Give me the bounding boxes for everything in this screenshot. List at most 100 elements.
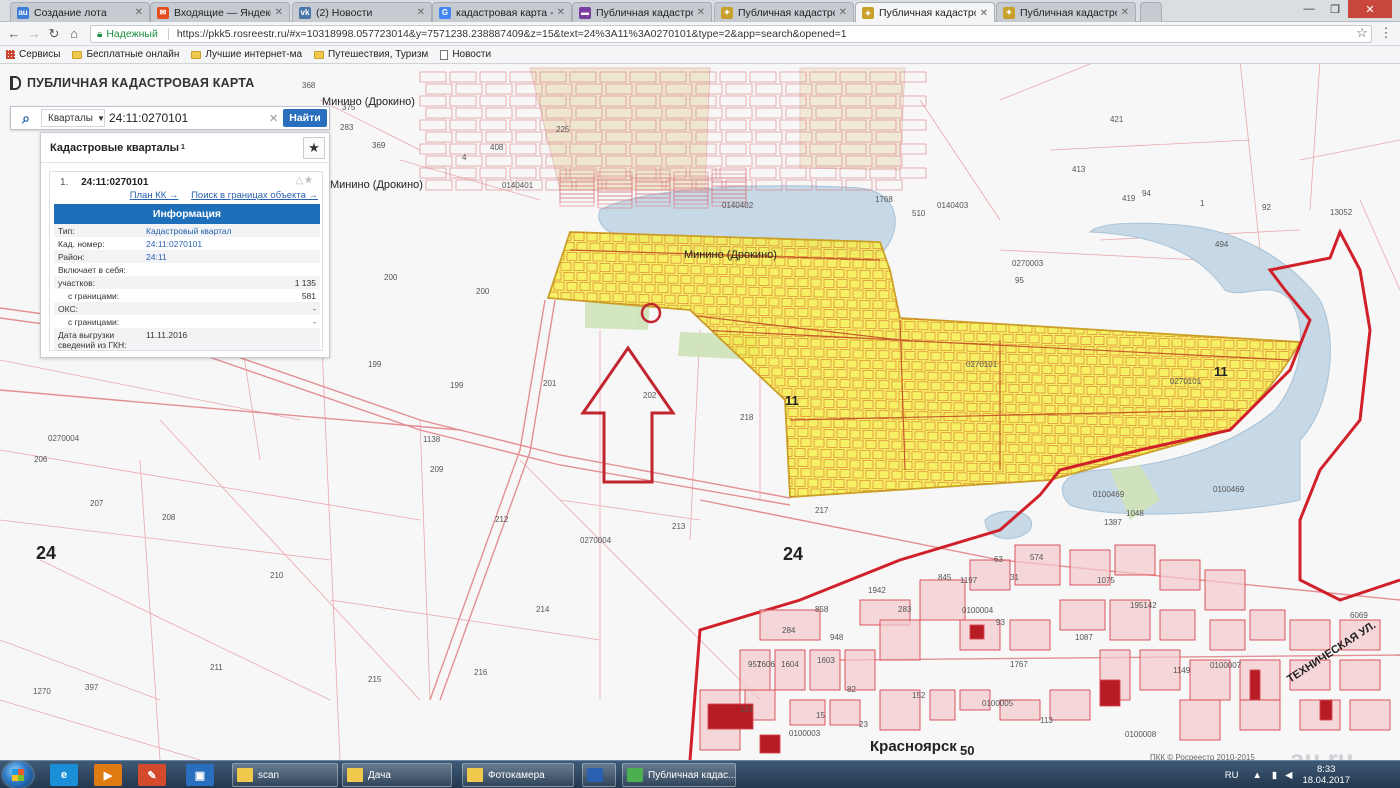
quarter-plot (1210, 309, 1222, 319)
quarter-plot (1161, 258, 1173, 267)
quarter-plot (1015, 304, 1027, 313)
village-plot (449, 167, 477, 179)
url-field[interactable]: 🔒︎ Надежный https://pkk5.rosreestr.ru/#x… (90, 25, 1372, 43)
taskbar-window-button[interactable]: Фотокамера (462, 763, 574, 787)
village-plot (455, 107, 483, 119)
bookmark-star-icon[interactable]: ☆ (1352, 25, 1372, 41)
browser-tab[interactable]: au Создание лота ✕ (10, 2, 150, 22)
parcel-line (329, 599, 601, 641)
bookmark-item[interactable]: Лучшие интернет-ма (191, 49, 302, 60)
bookmark-item[interactable]: Новости (440, 49, 491, 60)
parcel-label: 199 (450, 381, 464, 390)
quarter-plot (1262, 400, 1274, 410)
parcel-label: 0100007 (1210, 661, 1242, 670)
reload-icon[interactable]: ↻ (44, 26, 64, 42)
parcel-line (0, 449, 421, 521)
quarter-plot (1249, 310, 1261, 320)
result-title[interactable]: 1. 24:11:0270101 (60, 177, 148, 188)
volume-icon[interactable]: ◀ (1285, 770, 1292, 781)
minimize-button[interactable]: — (1296, 0, 1322, 18)
search-icon[interactable]: ⌕ (11, 107, 41, 129)
ie-icon[interactable]: e (50, 764, 78, 786)
taskbar-window-button[interactable]: Публичная кадас... (622, 763, 736, 787)
paint-icon[interactable]: ✎ (138, 764, 166, 786)
village-plot (455, 131, 483, 143)
bookmark-item[interactable]: Сервисы (6, 49, 60, 60)
info-row: ОКС: - (54, 302, 320, 315)
search-bar: ⌕ Кварталы ▼ ✕ Найти (10, 106, 330, 130)
quarter-plot (1268, 300, 1280, 310)
taskbar-window-button[interactable] (582, 763, 616, 787)
maximize-button[interactable]: ❐ (1322, 0, 1348, 18)
info-value[interactable]: Кадастровый квартал (146, 226, 316, 236)
quarter-plot (644, 344, 656, 353)
menu-icon[interactable]: ⋮ (1376, 25, 1396, 41)
quarter-plot (761, 407, 773, 416)
language-indicator[interactable]: RU (1225, 770, 1239, 781)
quarter-plot (1239, 320, 1251, 329)
quarter-plot (1158, 278, 1170, 287)
quarter-plot (1315, 493, 1325, 501)
quarter-plot (576, 482, 588, 492)
favorite-star-icon[interactable]: ★ (303, 137, 325, 159)
bookmark-item[interactable]: Путешествия, Туризм (314, 49, 428, 60)
parcel-label: 0270003 (1012, 259, 1044, 268)
quarter-plot (1213, 289, 1225, 299)
bookmark-item[interactable]: Бесплатные онлайн (72, 49, 179, 60)
close-tab-icon[interactable]: ✕ (417, 7, 425, 18)
quarter-plot (1161, 318, 1173, 327)
quarter-plot (1018, 284, 1030, 293)
new-tab-button[interactable] (1140, 2, 1162, 22)
start-button[interactable] (3, 762, 33, 788)
quarter-plot (680, 455, 692, 464)
close-tab-icon[interactable]: ✕ (980, 8, 988, 19)
quarter-plot (914, 281, 926, 291)
quarter-plot (553, 341, 565, 351)
browser-tab[interactable]: ✦ Публичная кадастрова ✕ (855, 2, 995, 23)
quarter-plot (615, 453, 627, 463)
back-icon[interactable]: ← (4, 26, 24, 41)
quarter-plot (1080, 306, 1092, 315)
photo-viewer-icon[interactable]: ▣ (186, 764, 214, 786)
browser-tab[interactable]: ▬ Публичная кадастрова ✕ (572, 2, 712, 22)
result-actions-icon[interactable]: △★ (295, 175, 314, 186)
plan-link[interactable]: План КК → (130, 190, 179, 201)
close-tab-icon[interactable]: ✕ (697, 7, 705, 18)
search-within-link[interactable]: Поиск в границах объекта → (191, 190, 318, 201)
quarter-plot (683, 465, 695, 474)
tray-arrow-icon[interactable]: ▲ (1253, 770, 1262, 781)
quarter-plot (966, 492, 978, 497)
browser-tab[interactable]: vk (2) Новости ✕ (292, 2, 432, 22)
browser-tab[interactable]: Gкадастровая карта - По ✕ (432, 2, 572, 22)
search-input[interactable] (109, 108, 269, 128)
quarter-plot (1278, 321, 1290, 330)
info-value[interactable]: 24:11:0270101 (146, 239, 316, 249)
city-block (774, 649, 806, 691)
network-icon[interactable]: ▮ (1272, 770, 1277, 781)
clear-icon[interactable]: ✕ (269, 112, 278, 125)
browser-tab[interactable]: ✉ Входящие — Яндекс.По ✕ (150, 2, 290, 22)
quarter-plot (982, 263, 994, 272)
close-tab-icon[interactable]: ✕ (1121, 7, 1129, 18)
find-button[interactable]: Найти (283, 109, 327, 127)
info-value[interactable]: 24:11 (146, 252, 316, 262)
taskbar-window-button[interactable]: scan (232, 763, 338, 787)
close-tab-icon[interactable]: ✕ (135, 7, 143, 18)
close-tab-icon[interactable]: ✕ (275, 7, 283, 18)
parcel-label: 4 (462, 153, 467, 162)
info-header[interactable]: Информация (54, 204, 320, 224)
clock[interactable]: 8:33 18.04.2017 (1302, 764, 1350, 786)
browser-tab[interactable]: ✦ Публичная кадастрова ✕ (996, 2, 1136, 22)
taskbar-window-button[interactable]: Дача (342, 763, 452, 787)
close-tab-icon[interactable]: ✕ (557, 7, 565, 18)
search-scope-select[interactable]: Кварталы ▼ (41, 109, 105, 127)
info-row: Дата выгрузки сведений из ГКН: 11.11.2016 (54, 328, 320, 350)
close-window-button[interactable]: ✕ (1348, 0, 1392, 18)
close-tab-icon[interactable]: ✕ (839, 7, 847, 18)
forward-icon[interactable]: → (24, 26, 44, 41)
home-icon[interactable]: ⌂ (64, 26, 84, 41)
parcel-label: 574 (1030, 553, 1044, 562)
rosreestr-logo-icon (10, 76, 21, 90)
browser-tab[interactable]: ✦ Публичная кадастрова ✕ (714, 2, 854, 22)
media-player-icon[interactable]: ▶ (94, 764, 122, 786)
